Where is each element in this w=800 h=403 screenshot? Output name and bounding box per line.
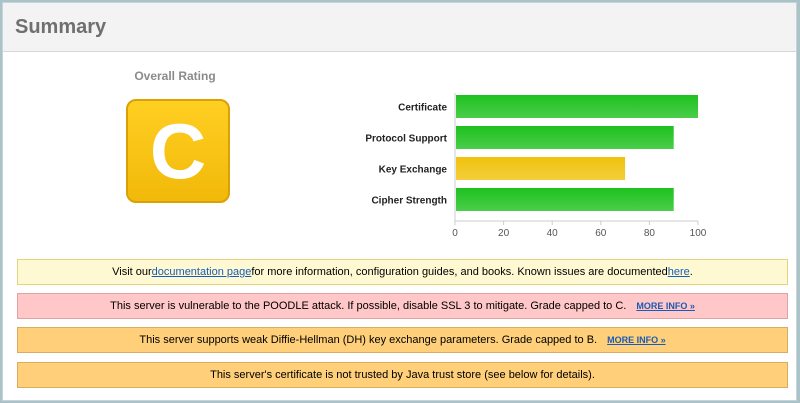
- x-tick-label: 0: [452, 228, 458, 237]
- x-tick-label: 60: [595, 228, 607, 237]
- bar-certificate: [456, 95, 698, 118]
- overall-rating: Overall Rating: [115, 69, 235, 83]
- poodle-more-info-link[interactable]: MORE INFO »: [636, 301, 695, 311]
- category-label: Certificate: [398, 103, 447, 114]
- documentation-page-link[interactable]: documentation page: [152, 266, 252, 278]
- x-tick-label: 100: [690, 228, 707, 237]
- category-label: Key Exchange: [379, 165, 448, 176]
- bar-key-exchange: [456, 157, 626, 180]
- java-text: This server's certificate is not trusted…: [210, 369, 595, 381]
- dh-warning: This server supports weak Diffie-Hellman…: [17, 327, 788, 353]
- x-tick-label: 40: [547, 228, 559, 237]
- docs-middle: for more information, configuration guid…: [251, 266, 668, 278]
- documentation-notice: Visit our documentation page for more in…: [17, 259, 788, 285]
- category-label: Protocol Support: [365, 134, 447, 145]
- poodle-text: This server is vulnerable to the POODLE …: [110, 300, 627, 312]
- dh-text: This server supports weak Diffie-Hellman…: [139, 334, 598, 346]
- known-issues-link[interactable]: here: [668, 266, 690, 278]
- summary-header: Summary: [3, 3, 796, 52]
- overall-rating-label: Overall Rating: [134, 69, 216, 83]
- grade-badge: C: [126, 99, 230, 203]
- bar-cipher-strength: [456, 188, 674, 211]
- x-tick-label: 20: [498, 228, 510, 237]
- grade-letter: C: [149, 107, 207, 195]
- bar-protocol-support: [456, 126, 674, 149]
- docs-suffix: .: [689, 266, 693, 278]
- docs-prefix: Visit our: [112, 266, 152, 278]
- java-trust-warning: This server's certificate is not trusted…: [17, 362, 788, 388]
- dh-more-info-link[interactable]: MORE INFO »: [607, 335, 666, 345]
- score-bar-chart: Certificate Protocol Support Key Exchange C…: [365, 93, 707, 237]
- category-label: Cipher Strength: [371, 196, 447, 207]
- summary-panel: Summary Overall Rating C Certificate Prot…: [2, 2, 797, 401]
- page-title: Summary: [15, 15, 107, 38]
- poodle-warning: This server is vulnerable to the POODLE …: [17, 293, 788, 319]
- x-tick-label: 80: [644, 228, 656, 237]
